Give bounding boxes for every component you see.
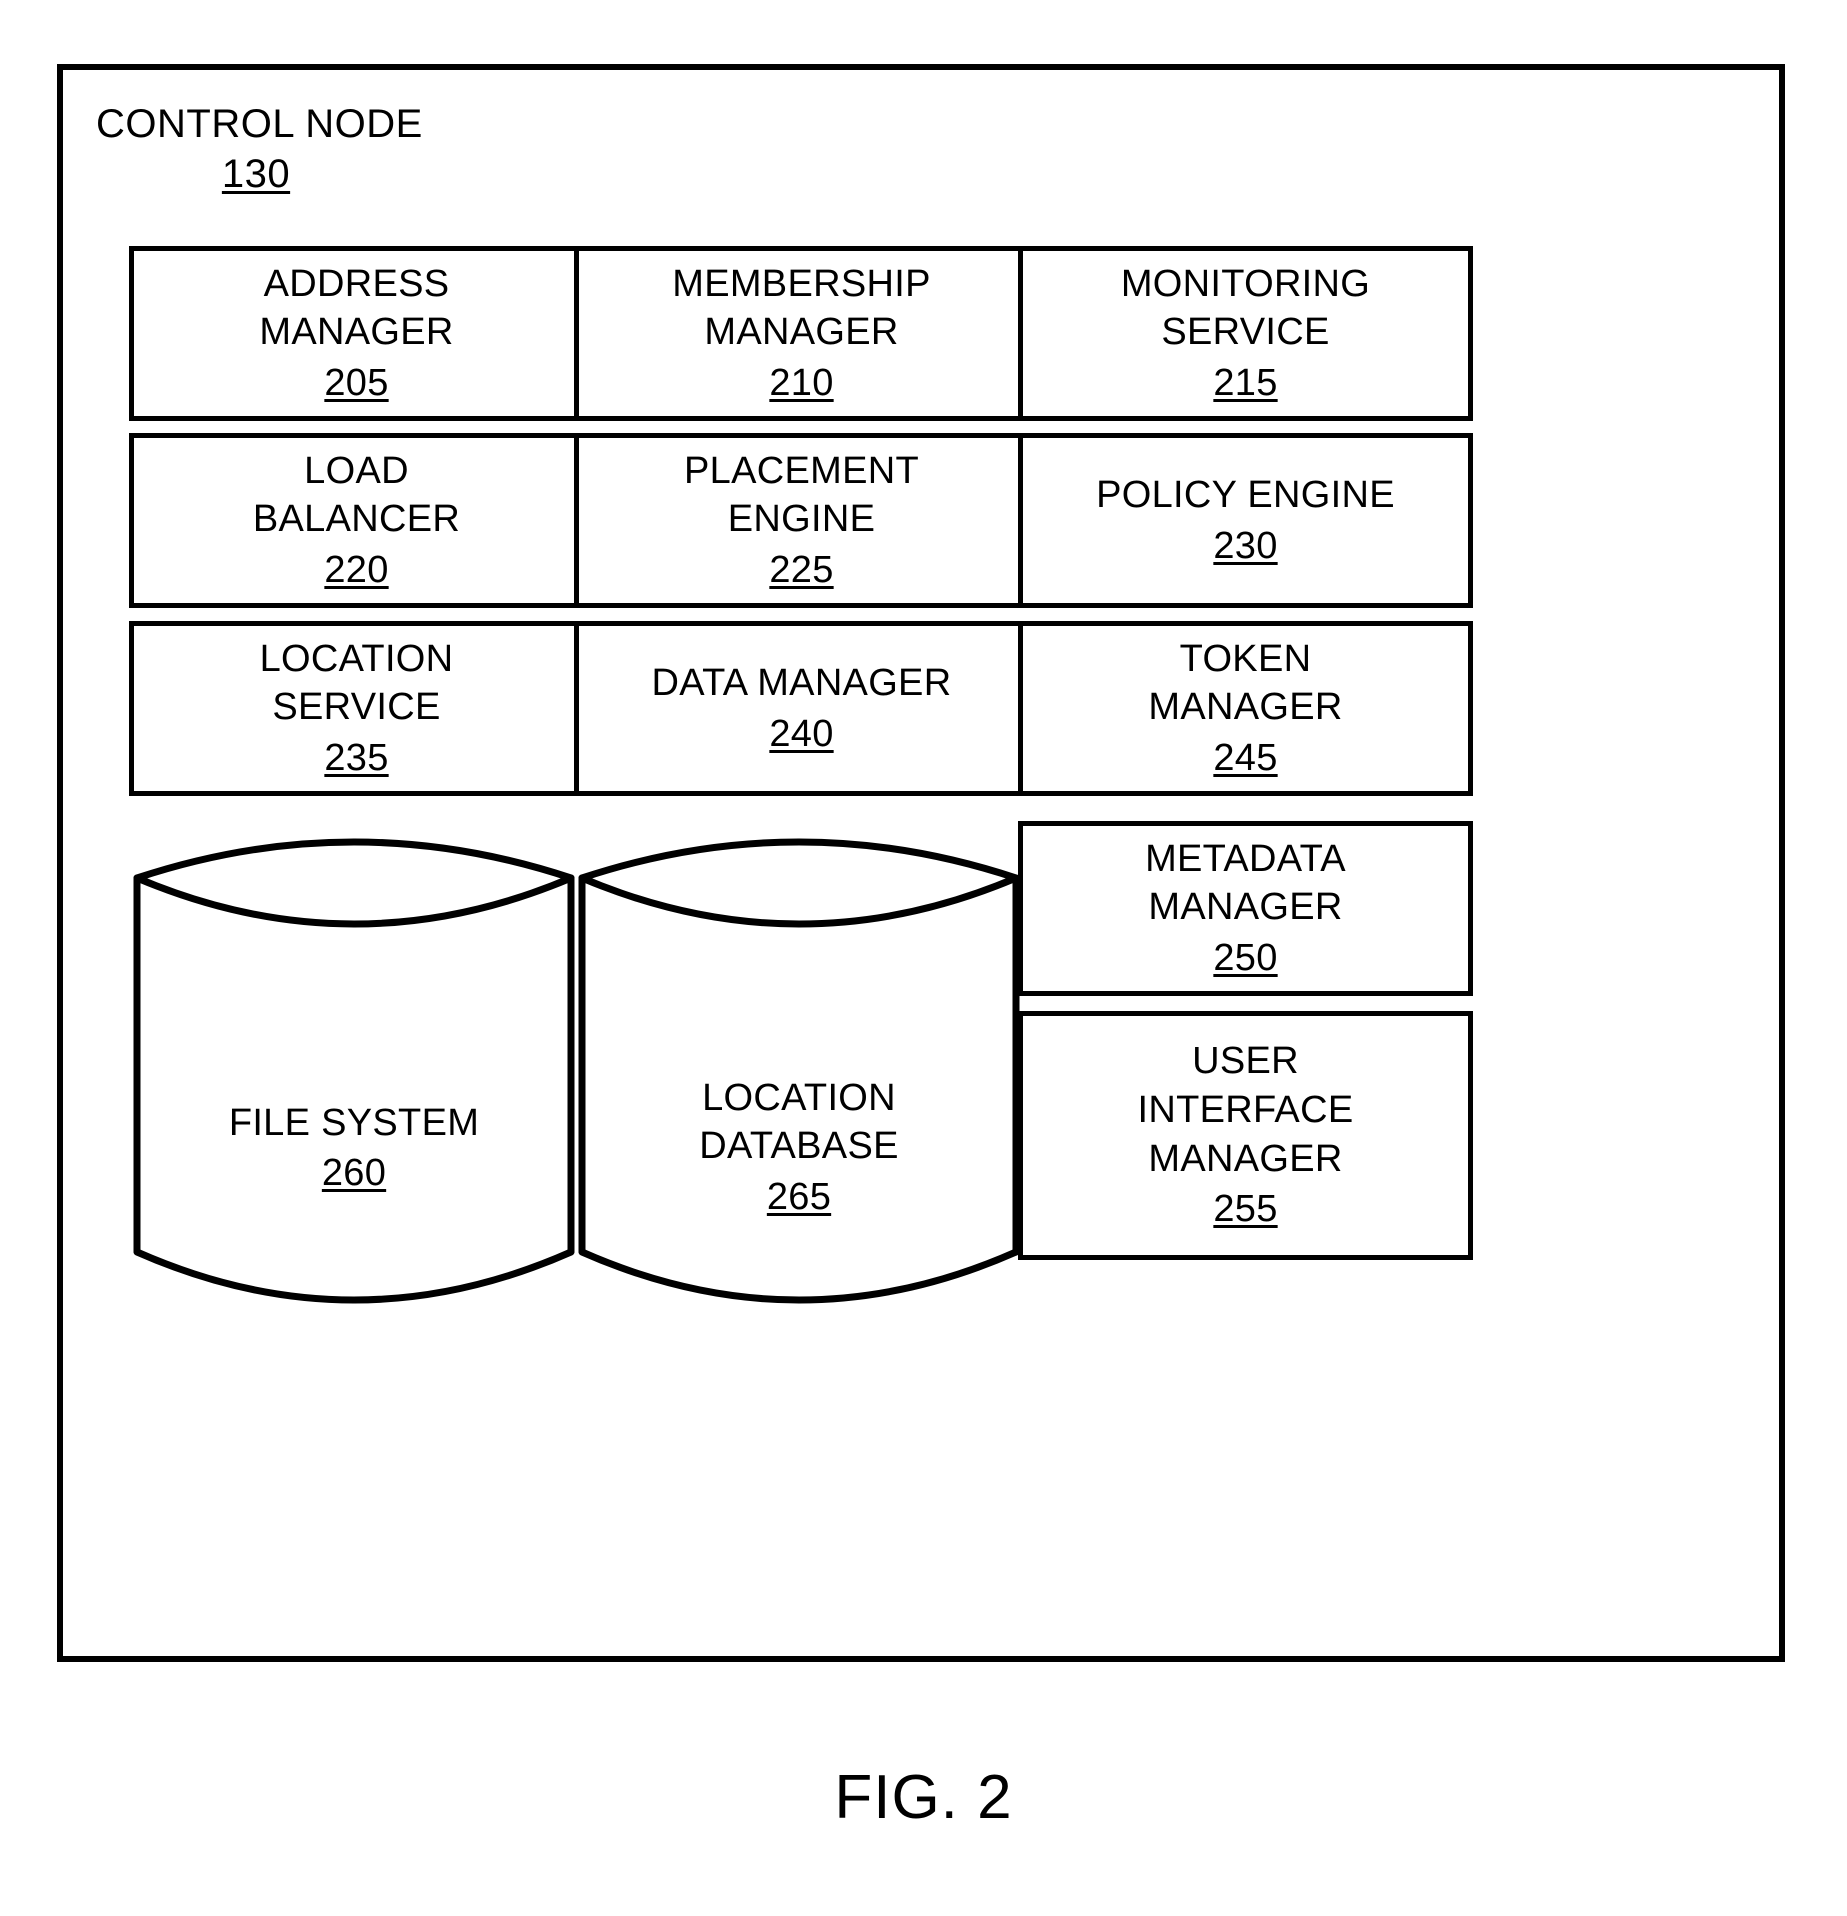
location-database-datastore[interactable]: LOCATION DATABASE 265 <box>574 820 1024 1320</box>
token-manager-box[interactable]: TOKEN MANAGER 245 <box>1018 621 1473 796</box>
policy-engine-box[interactable]: POLICY ENGINE 230 <box>1018 433 1473 608</box>
file-system-label: FILE SYSTEM <box>228 1101 480 1144</box>
monitoring-service-box[interactable]: MONITORING SERVICE 215 <box>1018 246 1473 421</box>
file-system-datastore[interactable]: FILE SYSTEM 260 <box>129 820 579 1320</box>
address-manager-box[interactable]: ADDRESS MANAGER 205 <box>129 246 584 421</box>
control-node-reference-number: 130 <box>221 152 291 196</box>
control-node-frame: CONTROL NODE 130 ADDRESS MANAGER 205 LOA… <box>57 64 1785 1662</box>
user-interface-manager-label: USER INTERFACE MANAGER <box>1137 1040 1354 1180</box>
metadata-manager-box[interactable]: METADATA MANAGER 250 <box>1018 821 1473 996</box>
load-balancer-box[interactable]: LOAD BALANCER 220 <box>129 433 584 608</box>
location-database-reference-number: 265 <box>766 1175 832 1218</box>
data-manager-reference-number: 240 <box>769 712 834 755</box>
figure-2-diagram: CONTROL NODE 130 ADDRESS MANAGER 205 LOA… <box>0 0 1847 1916</box>
metadata-manager-label: METADATA MANAGER <box>1145 837 1346 929</box>
location-service-label: LOCATION SERVICE <box>259 637 454 729</box>
file-system-label-block: FILE SYSTEM 260 <box>129 1050 579 1247</box>
user-interface-manager-box[interactable]: USER INTERFACE MANAGER 255 <box>1018 1011 1473 1260</box>
token-manager-reference-number: 245 <box>1213 736 1278 779</box>
control-node-label: CONTROL NODE <box>96 102 423 146</box>
policy-engine-reference-number: 230 <box>1213 524 1278 567</box>
placement-engine-label: PLACEMENT ENGINE <box>684 449 919 541</box>
load-balancer-label: LOAD BALANCER <box>252 449 461 541</box>
location-service-reference-number: 235 <box>324 736 389 779</box>
token-manager-label: TOKEN MANAGER <box>1148 637 1343 729</box>
membership-manager-box[interactable]: MEMBERSHIP MANAGER 210 <box>574 246 1029 421</box>
membership-manager-label: MEMBERSHIP MANAGER <box>672 262 931 354</box>
user-interface-manager-reference-number: 255 <box>1213 1188 1278 1231</box>
address-manager-reference-number: 205 <box>324 361 389 404</box>
placement-engine-reference-number: 225 <box>769 548 834 591</box>
metadata-manager-reference-number: 250 <box>1213 936 1278 979</box>
location-database-label: LOCATION DATABASE <box>699 1076 899 1168</box>
load-balancer-reference-number: 220 <box>324 548 389 591</box>
location-service-box[interactable]: LOCATION SERVICE 235 <box>129 621 584 796</box>
figure-caption: FIG. 2 <box>834 1763 1013 1832</box>
monitoring-service-reference-number: 215 <box>1213 361 1278 404</box>
address-manager-label: ADDRESS MANAGER <box>259 262 454 354</box>
placement-engine-box[interactable]: PLACEMENT ENGINE 225 <box>574 433 1029 608</box>
location-database-label-block: LOCATION DATABASE 265 <box>574 1025 1024 1270</box>
data-manager-box[interactable]: DATA MANAGER 240 <box>574 621 1029 796</box>
data-manager-label: DATA MANAGER <box>651 661 952 704</box>
policy-engine-label: POLICY ENGINE <box>1096 473 1395 516</box>
file-system-reference-number: 260 <box>321 1152 387 1195</box>
membership-manager-reference-number: 210 <box>769 361 834 404</box>
control-node-title-block: CONTROL NODE 130 <box>96 101 423 197</box>
monitoring-service-label: MONITORING SERVICE <box>1120 262 1371 354</box>
